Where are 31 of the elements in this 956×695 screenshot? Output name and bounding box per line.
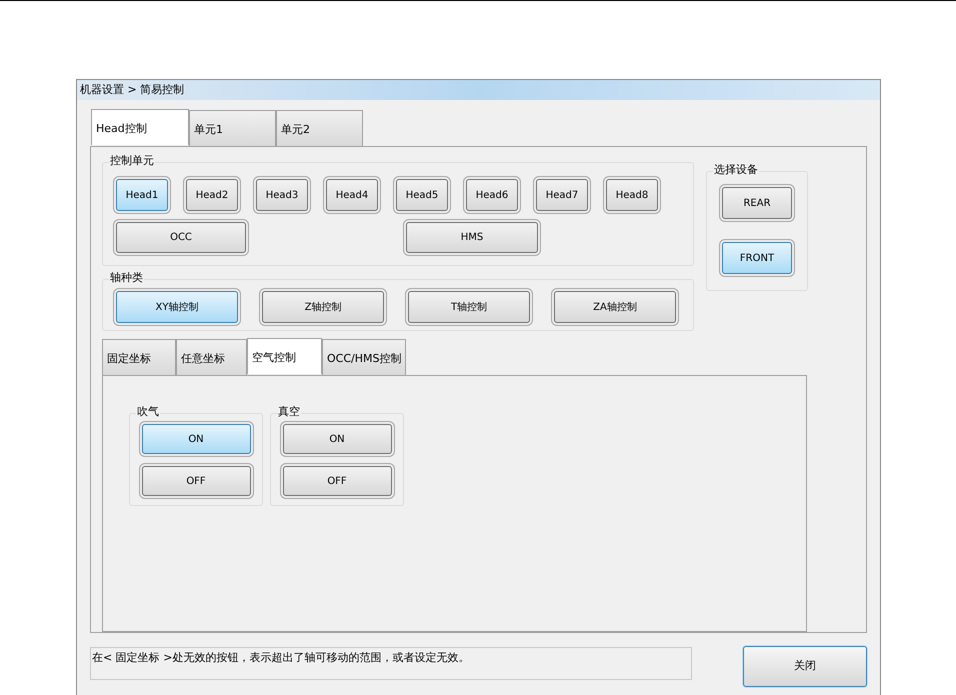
tab[interactable]: 单元1: [189, 110, 276, 146]
group-title: 控制单元: [109, 154, 155, 168]
toggle-button[interactable]: FRONT: [722, 242, 792, 274]
toggle-button[interactable]: Head4: [326, 179, 378, 211]
toggle-button[interactable]: T轴控制: [408, 291, 530, 323]
toggle-button[interactable]: ZA轴控制: [554, 291, 676, 323]
tab[interactable]: Head控制: [91, 109, 189, 145]
toggle-button[interactable]: Z轴控制: [262, 291, 384, 323]
close-button[interactable]: 关闭: [743, 646, 867, 687]
toggle-button[interactable]: Head6: [466, 179, 518, 211]
tab[interactable]: OCC/HMS控制: [322, 339, 406, 375]
toggle-button[interactable]: Head2: [186, 179, 238, 211]
group-title: 吹气: [136, 405, 160, 419]
toggle-button[interactable]: Head8: [606, 179, 658, 211]
toggle-button[interactable]: HMS: [406, 222, 538, 253]
status-message: 在< 固定坐标 >处无效的按钮，表示超出了轴可移动的范围，或者设定无效。: [90, 647, 692, 680]
tab[interactable]: 固定坐标: [102, 339, 176, 375]
tab[interactable]: 单元2: [276, 110, 363, 146]
toggle-button[interactable]: Head7: [536, 179, 588, 211]
tab[interactable]: 任意坐标: [176, 339, 247, 375]
toggle-button[interactable]: Head3: [256, 179, 308, 211]
group-title: 轴种类: [109, 271, 144, 285]
group-title: 真空: [277, 405, 301, 419]
toggle-button[interactable]: REAR: [722, 187, 792, 219]
group-title: 选择设备: [713, 163, 759, 177]
toggle-button[interactable]: OCC: [116, 222, 246, 253]
toggle-button[interactable]: Head1: [116, 179, 168, 211]
toggle-button[interactable]: Head5: [396, 179, 448, 211]
tab[interactable]: 空气控制: [247, 338, 322, 374]
window-title: 机器设置 > 简易控制: [80, 82, 184, 98]
toggle-button[interactable]: XY轴控制: [116, 291, 238, 323]
